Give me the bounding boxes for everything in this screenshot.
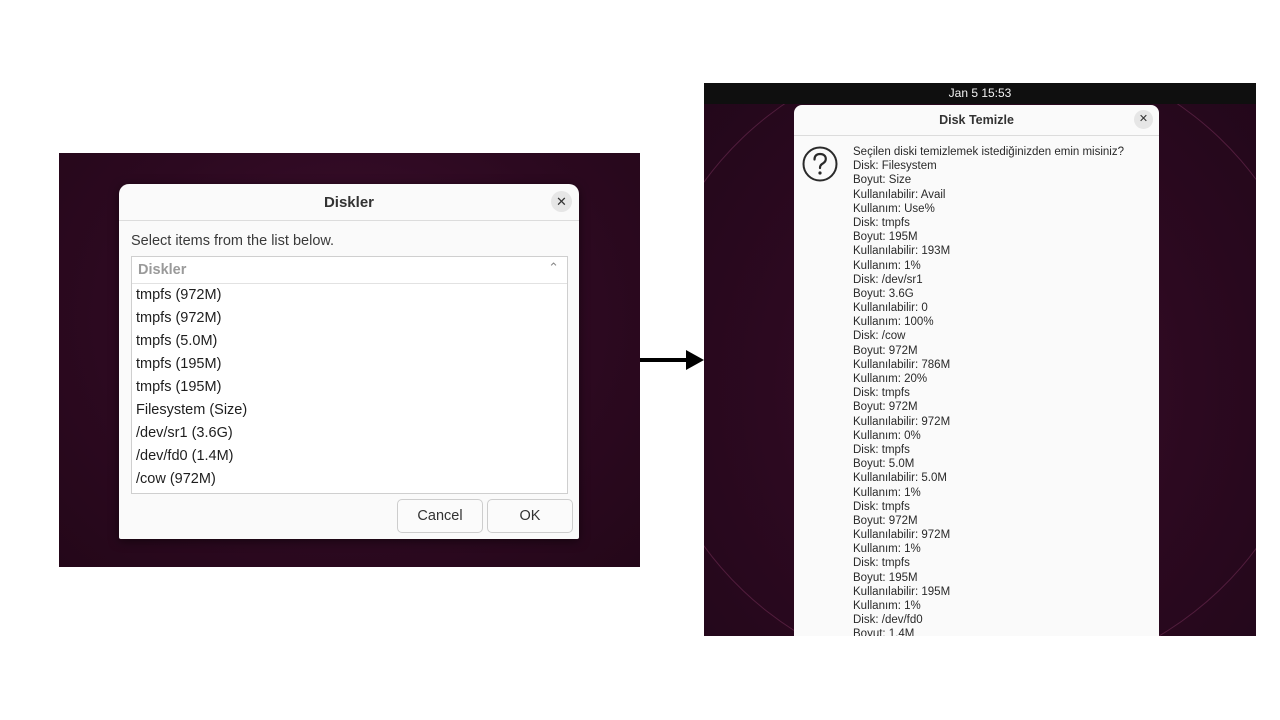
message-line: Kullanılabilir: 786M	[853, 358, 951, 371]
message-line: Kullanılabilir: 0	[853, 302, 928, 315]
list-item[interactable]: tmpfs (195M)	[132, 376, 567, 399]
message-line: Kullanım: 1%	[853, 486, 921, 499]
message-line: Kullanım: 1%	[853, 600, 921, 612]
message-line: Disk: tmpfs	[853, 557, 910, 570]
diskler-dialog: Diskler ✕ Select items from the list bel…	[119, 184, 579, 539]
close-button[interactable]: ✕	[1134, 110, 1153, 129]
message-line: Kullanım: 20%	[853, 373, 928, 385]
message-line: Kullanılabilir: 195M	[853, 585, 951, 598]
chevron-up-icon[interactable]: ⌃	[548, 260, 559, 276]
dialog-prompt: Select items from the list below.	[131, 233, 335, 249]
dialog-header: Diskler ✕	[119, 184, 579, 221]
disk-list[interactable]: Diskler ⌃ tmpfs (972M) tmpfs (972M) tmpf…	[131, 256, 568, 494]
column-header-label: Diskler	[138, 262, 187, 278]
message-line: Disk: tmpfs	[853, 500, 910, 513]
message-line: Boyut: 5.0M	[853, 458, 915, 471]
message-line: Boyut: 195M	[853, 231, 918, 244]
list-item[interactable]: tmpfs (195M)	[132, 353, 567, 376]
message-line: Kullanılabilir: 5.0M	[853, 472, 947, 485]
message-line: Kullanım: 1%	[853, 543, 921, 556]
list-item[interactable]: tmpfs (972M)	[132, 307, 567, 330]
list-item[interactable]: /dev/sr1 (3.6G)	[132, 422, 567, 445]
list-item[interactable]: /cow (972M)	[132, 468, 567, 491]
message-line: Kullanılabilir: 972M	[853, 529, 951, 542]
message-line: Kullanım: Use%	[853, 202, 935, 215]
message-line: Boyut: 1.4M	[853, 628, 915, 636]
message-line: Kullanılabilir: 972M	[853, 415, 951, 428]
message-line: Boyut: 972M	[853, 514, 918, 527]
message-line: Boyut: 972M	[853, 401, 918, 414]
top-bar: Jan 5 15:53	[704, 83, 1256, 104]
message-line: Kullanılabilir: Avail	[853, 188, 946, 201]
message-text: Seçilen diski temizlemek istediğinizden …	[853, 145, 1153, 636]
message-line: Disk: /dev/sr1	[853, 273, 923, 286]
message-line: Boyut: 972M	[853, 344, 918, 357]
clock[interactable]: Jan 5 15:53	[949, 86, 1012, 100]
message-line: Disk: /dev/fd0	[853, 614, 923, 627]
list-item[interactable]: tmpfs (5.0M)	[132, 330, 567, 353]
dialog-title: Diskler	[323, 194, 375, 211]
message-line: Kullanılabilir: 193M	[853, 245, 951, 258]
right-screenshot: Jan 5 15:53 Disk Temizle ✕ Seçilen diski…	[704, 83, 1256, 636]
message-line: Boyut: 3.6G	[853, 287, 914, 300]
arrow-shaft	[640, 358, 688, 362]
list-column-header[interactable]: Diskler ⌃	[132, 257, 567, 284]
arrow-right-icon	[686, 350, 704, 370]
list-item[interactable]: tmpfs (972M)	[132, 284, 567, 307]
dialog-header: Disk Temizle ✕	[794, 105, 1159, 136]
message-line: Boyut: Size	[853, 174, 912, 187]
list-item[interactable]: Filesystem (Size)	[132, 399, 567, 422]
dialog-title: Disk Temizle	[939, 113, 1014, 127]
question-icon	[802, 146, 838, 182]
message-line: Kullanım: 100%	[853, 316, 934, 329]
ok-button[interactable]: OK	[487, 499, 573, 533]
left-screenshot: Diskler ✕ Select items from the list bel…	[59, 153, 640, 567]
message-line: Seçilen diski temizlemek istediğinizden …	[853, 146, 1124, 158]
message-line: Disk: tmpfs	[853, 216, 910, 229]
close-button[interactable]: ✕	[551, 191, 572, 212]
disk-temizle-dialog: Disk Temizle ✕ Seçilen diski temizlemek …	[794, 105, 1159, 636]
cancel-button[interactable]: Cancel	[397, 499, 483, 533]
message-line: Disk: tmpfs	[853, 443, 910, 456]
message-line: Kullanım: 1%	[853, 259, 921, 272]
message-line: Disk: /cow	[853, 330, 906, 343]
list-item[interactable]: /dev/fd0 (1.4M)	[132, 445, 567, 468]
message-line: Boyut: 195M	[853, 571, 918, 584]
message-line: Disk: tmpfs	[853, 387, 910, 400]
message-line: Kullanım: 0%	[853, 429, 921, 442]
message-line: Disk: Filesystem	[853, 160, 937, 173]
